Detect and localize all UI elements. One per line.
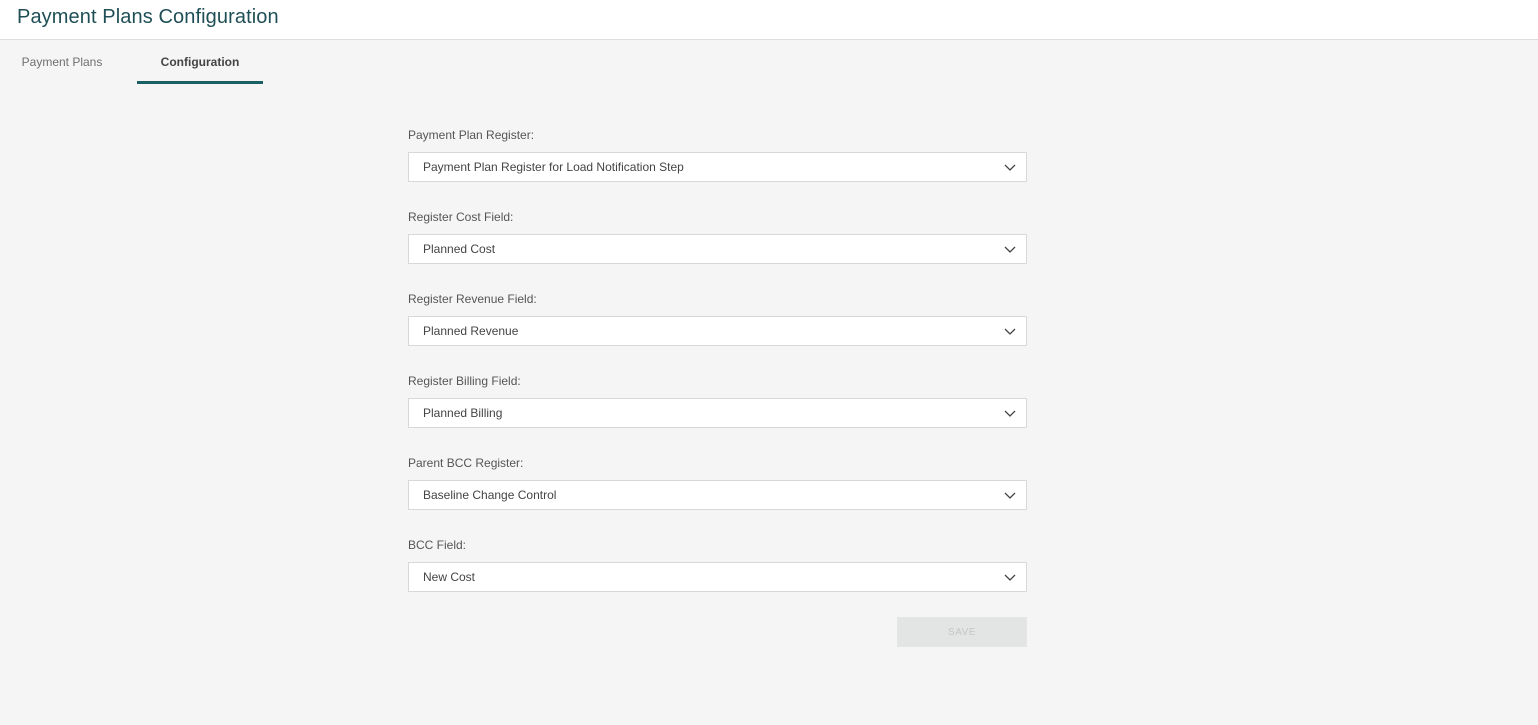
select-value: Baseline Change Control <box>423 488 557 502</box>
page-header: Payment Plans Configuration <box>0 0 1538 40</box>
chevron-down-icon <box>1004 328 1016 335</box>
page-title: Payment Plans Configuration <box>17 6 279 28</box>
tab-payment-plans[interactable]: Payment Plans <box>0 40 124 84</box>
register-cost-select[interactable]: Planned Cost <box>408 234 1027 264</box>
field-label: Register Revenue Field: <box>408 292 537 306</box>
select-value: Planned Revenue <box>423 324 519 338</box>
chevron-down-icon <box>1004 492 1016 499</box>
active-tab-indicator <box>137 81 263 84</box>
tab-label: Payment Plans <box>21 55 103 69</box>
register-revenue-select[interactable]: Planned Revenue <box>408 316 1027 346</box>
field-label: BCC Field: <box>408 538 467 552</box>
chevron-down-icon <box>1004 410 1016 417</box>
select-value: New Cost <box>423 570 476 584</box>
parent-bcc-register-select[interactable]: Baseline Change Control <box>408 480 1027 510</box>
select-value: Planned Billing <box>423 406 503 420</box>
select-value: Payment Plan Register for Load Notificat… <box>423 160 684 174</box>
register-billing-field: Register Billing Field: Planned Billing <box>408 372 1027 428</box>
register-billing-select[interactable]: Planned Billing <box>408 398 1027 428</box>
chevron-down-icon <box>1004 574 1016 581</box>
select-value: Planned Cost <box>423 242 496 256</box>
tab-label: Configuration <box>160 55 240 69</box>
field-label: Register Billing Field: <box>408 374 521 388</box>
chevron-down-icon <box>1004 164 1016 171</box>
chevron-down-icon <box>1004 246 1016 253</box>
register-cost-field: Register Cost Field: Planned Cost <box>408 208 1027 264</box>
tab-configuration[interactable]: Configuration <box>137 40 263 84</box>
payment-plan-register-select[interactable]: Payment Plan Register for Load Notificat… <box>408 152 1027 182</box>
save-button[interactable]: SAVE <box>897 617 1027 647</box>
field-label: Register Cost Field: <box>408 210 514 224</box>
payment-plan-register-field: Payment Plan Register: Payment Plan Regi… <box>408 126 1027 182</box>
field-label: Payment Plan Register: <box>408 128 535 142</box>
field-label: Parent BCC Register: <box>408 456 524 470</box>
bcc-field: BCC Field: New Cost <box>408 536 1027 592</box>
parent-bcc-register-field: Parent BCC Register: Baseline Change Con… <box>408 454 1027 510</box>
bcc-field-select[interactable]: New Cost <box>408 562 1027 592</box>
register-revenue-field: Register Revenue Field: Planned Revenue <box>408 290 1027 346</box>
